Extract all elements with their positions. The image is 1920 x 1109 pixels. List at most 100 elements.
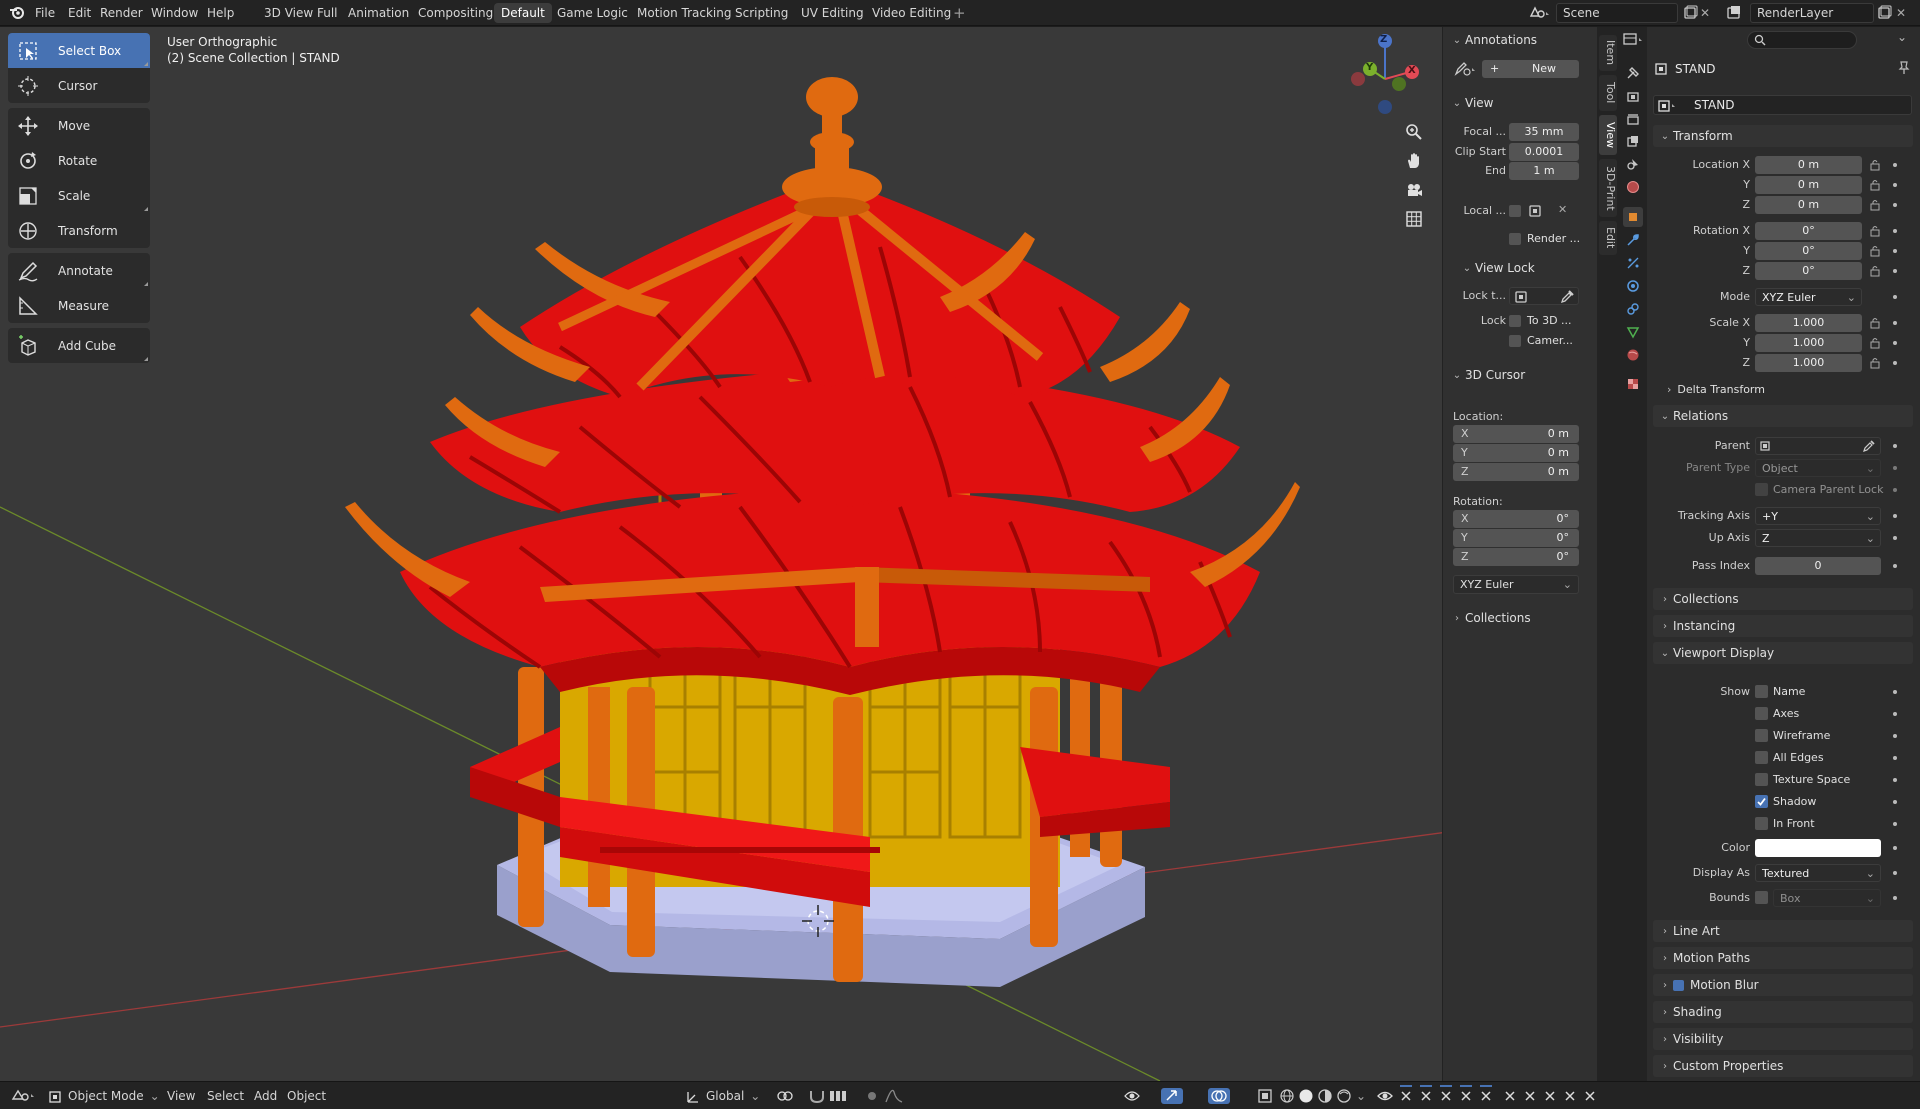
rotation-mode-select[interactable]: XYZ Euler ⌄: [1755, 288, 1862, 306]
view-layer-new-icon[interactable]: [1876, 0, 1892, 26]
tab-3d-print[interactable]: 3D-Print: [1599, 159, 1617, 217]
ortho-grid-icon[interactable]: [1400, 205, 1428, 233]
keyframe-dot[interactable]: [1893, 846, 1897, 850]
relations-panel-header[interactable]: ⌄ Relations: [1653, 405, 1913, 427]
annotation-layer-icon[interactable]: [1453, 60, 1479, 78]
tool-add-cube[interactable]: Add Cube: [8, 328, 150, 363]
cursor-location-z-field[interactable]: Z 0 m: [1453, 463, 1579, 481]
tab-video-editing[interactable]: Video Editing: [865, 0, 958, 26]
show-in-front-checkbox[interactable]: [1755, 817, 1768, 830]
keyframe-dot[interactable]: [1893, 734, 1897, 738]
pass-index-field[interactable]: 0: [1755, 557, 1881, 575]
location-y-field[interactable]: 0 m: [1755, 176, 1862, 194]
camera-view-icon[interactable]: [1400, 176, 1428, 204]
gizmo-x-label[interactable]: X: [1408, 65, 1416, 76]
rotation-y-field[interactable]: 0°: [1755, 242, 1862, 260]
transform-panel-header[interactable]: ⌄ Transform: [1653, 125, 1913, 147]
show-shadow-checkbox[interactable]: [1755, 795, 1768, 808]
material-preview-icon[interactable]: [1316, 1082, 1334, 1109]
keyframe-dot[interactable]: [1893, 514, 1897, 518]
view-lock-panel-header[interactable]: ⌄ View Lock: [1453, 258, 1593, 278]
cursor-location-x-field[interactable]: X 0 m: [1453, 425, 1579, 443]
gizmo-z-label[interactable]: Z: [1380, 34, 1387, 45]
lock-icon[interactable]: [1869, 179, 1881, 191]
tool-measure[interactable]: Measure: [8, 288, 150, 323]
lock-icon[interactable]: [1869, 199, 1881, 211]
particles-tab-icon[interactable]: [1623, 253, 1643, 273]
keyframe-dot[interactable]: [1893, 564, 1897, 568]
custom-properties-panel-header[interactable]: › Custom Properties: [1653, 1055, 1913, 1077]
solid-shading-icon[interactable]: [1297, 1082, 1315, 1109]
tab-view[interactable]: View: [1599, 115, 1617, 155]
tool-settings-tab-icon[interactable]: [1623, 63, 1643, 83]
cursor-rotation-z-field[interactable]: Z 0°: [1453, 548, 1579, 566]
tool-rotate[interactable]: Rotate: [8, 143, 150, 178]
rotation-z-field[interactable]: 0°: [1755, 262, 1862, 280]
keyframe-dot[interactable]: [1893, 163, 1897, 167]
material-tab-icon[interactable]: [1623, 345, 1643, 365]
keyframe-dot[interactable]: [1893, 778, 1897, 782]
tool-transform[interactable]: Transform: [8, 213, 150, 248]
keyframe-dot[interactable]: [1893, 295, 1897, 299]
menu-render[interactable]: Render: [100, 0, 143, 26]
viewport-display-panel-header[interactable]: ⌄ Viewport Display: [1653, 642, 1913, 664]
keyframe-dot[interactable]: [1893, 756, 1897, 760]
motion-paths-panel-header[interactable]: › Motion Paths: [1653, 947, 1913, 969]
keyframe-dot[interactable]: [1893, 712, 1897, 716]
shading-panel-header[interactable]: › Shading: [1653, 1001, 1913, 1023]
lock-icon[interactable]: [1869, 265, 1881, 277]
rendered-shading-icon[interactable]: [1335, 1082, 1353, 1109]
bounds-checkbox[interactable]: [1755, 891, 1768, 904]
lock-camera-checkbox[interactable]: [1509, 335, 1521, 347]
tab-game-logic[interactable]: Game Logic: [550, 0, 635, 26]
proportional-edit-icon[interactable]: [865, 1082, 879, 1109]
view-panel-header[interactable]: ⌄ View: [1443, 93, 1598, 113]
clip-end-field[interactable]: 1 m: [1509, 162, 1579, 180]
lock-icon[interactable]: [1869, 245, 1881, 257]
tool-cursor[interactable]: Cursor: [8, 68, 150, 103]
collections-panel-header[interactable]: › Collections: [1653, 588, 1913, 610]
chevron-down-icon[interactable]: ⌄: [1897, 30, 1907, 44]
object-tab-icon[interactable]: [1623, 207, 1643, 227]
restriction-eye-icon[interactable]: [1376, 1082, 1394, 1109]
show-texture-space-checkbox[interactable]: [1755, 773, 1768, 786]
pivot-point-icon[interactable]: [772, 1082, 800, 1109]
menu-edit[interactable]: Edit: [68, 0, 91, 26]
tab-scripting[interactable]: Scripting: [728, 0, 795, 26]
render-region-checkbox[interactable]: [1509, 233, 1521, 245]
scale-y-field[interactable]: 1.000: [1755, 334, 1862, 352]
keyframe-dot[interactable]: [1893, 361, 1897, 365]
keyframe-dot[interactable]: [1893, 822, 1897, 826]
view-layer-field[interactable]: RenderLayer: [1750, 3, 1874, 23]
tab-compositing[interactable]: Compositing: [411, 0, 500, 26]
parent-field[interactable]: [1755, 437, 1881, 455]
up-axis-select[interactable]: Z ⌄: [1755, 529, 1881, 547]
tab-default[interactable]: Default: [494, 3, 552, 23]
tracking-axis-select[interactable]: +Y ⌄: [1755, 507, 1881, 525]
wireframe-shading-icon[interactable]: [1278, 1082, 1296, 1109]
view-layer-unlink-icon[interactable]: ✕: [1896, 0, 1906, 26]
cursor-rotation-mode-select[interactable]: XYZ Euler ⌄: [1453, 575, 1579, 594]
3d-viewport[interactable]: Z X Y User Orthographic (2) Scene Collec…: [0, 27, 1596, 1081]
show-axes-checkbox[interactable]: [1755, 707, 1768, 720]
lock-to-3d-cursor-checkbox[interactable]: [1509, 315, 1521, 327]
show-name-checkbox[interactable]: [1755, 685, 1768, 698]
tab-item[interactable]: Item: [1599, 35, 1617, 71]
scene-new-icon[interactable]: [1682, 0, 1698, 26]
keyframe-dot[interactable]: [1893, 203, 1897, 207]
motion-blur-checkbox[interactable]: [1673, 979, 1684, 991]
tab-uv-editing[interactable]: UV Editing: [794, 0, 871, 26]
keyframe-dot[interactable]: [1893, 321, 1897, 325]
lock-to-object-field[interactable]: [1509, 287, 1579, 305]
gizmo-y-label[interactable]: Y: [1366, 62, 1373, 73]
tab-3d-view-full[interactable]: 3D View Full: [257, 0, 345, 26]
tool-select-box[interactable]: Select Box: [8, 33, 150, 68]
snap-target-icon[interactable]: [826, 1082, 856, 1109]
object-datablock-field[interactable]: STAND: [1653, 95, 1912, 115]
tab-animation[interactable]: Animation: [341, 0, 416, 26]
tab-motion-tracking[interactable]: Motion Tracking: [630, 0, 738, 26]
menu-file[interactable]: File: [35, 0, 55, 26]
editor-type-icon[interactable]: [1619, 27, 1647, 53]
lock-icon[interactable]: [1869, 337, 1881, 349]
keyframe-dot[interactable]: [1893, 444, 1897, 448]
